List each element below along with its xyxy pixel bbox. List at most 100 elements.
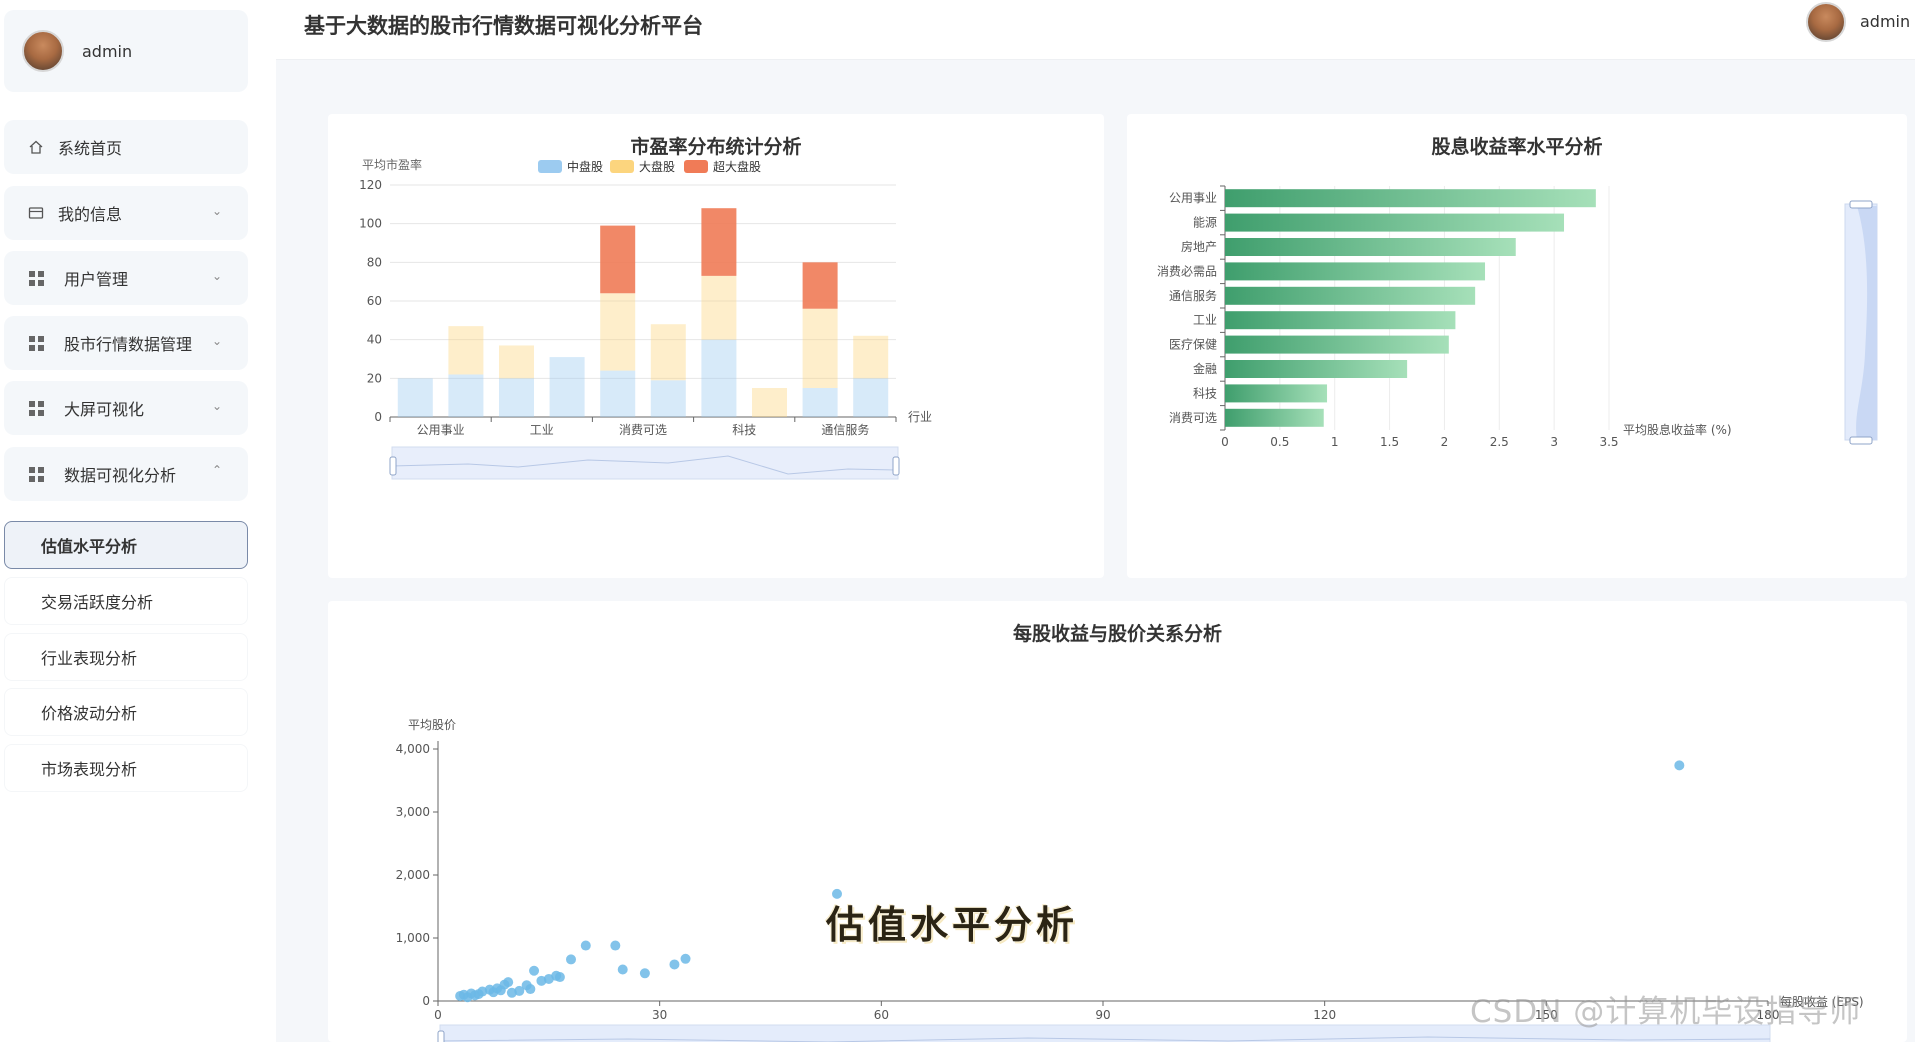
- y-tick-label: 科技: [1193, 386, 1217, 400]
- bar-segment: [448, 326, 484, 375]
- chevron-down-icon: ⌄: [211, 399, 222, 413]
- y-tick-label: 公用事业: [1169, 191, 1217, 205]
- submenu-item-market-performance[interactable]: 市场表现分析: [4, 744, 248, 792]
- sidebar-item-label: 我的信息: [58, 205, 123, 224]
- chevron-down-icon: ⌄: [211, 334, 222, 348]
- sidebar-item-data-analysis[interactable]: 数据可视化分析 ⌃: [4, 447, 248, 501]
- y-tick-label: 消费可选: [1169, 411, 1217, 425]
- bar-segment: [802, 262, 838, 309]
- bar-segment: [802, 308, 838, 388]
- zoom-slider-track: [391, 446, 899, 480]
- pe-ratio-chart[interactable]: 中盘股 大盘股 超大盘股 平均市盈率 0 20 40 60 80 100 120 公用事业 工业 消费可选…: [328, 114, 1104, 578]
- bar-segment: [752, 388, 787, 417]
- scatter-point: [680, 953, 691, 964]
- zoom-handle-top: [1849, 200, 1873, 209]
- x-tick-label: 1.5: [1380, 435, 1399, 449]
- legend-label: 超大盘股: [713, 159, 761, 174]
- main-content: 市盈率分布统计分析 中盘股 大盘股 超大盘股 平均市盈率 0 20 40 60 80 100 120…: [276, 60, 1915, 1042]
- y-tick-label: 4,000: [396, 742, 430, 756]
- sidebar-item-big-screen[interactable]: 大屏可视化 ⌄: [4, 381, 248, 435]
- x-tick-label: 0: [1221, 435, 1229, 449]
- legend-label: 大盘股: [639, 159, 675, 174]
- x-tick-label: 30: [652, 1008, 667, 1022]
- scatter-point: [529, 965, 540, 976]
- legend-swatch: [610, 160, 634, 173]
- y-tick-label: 医疗保健: [1169, 338, 1217, 352]
- x-tick-label: 90: [1095, 1008, 1110, 1022]
- submenu-item-industry-performance[interactable]: 行业表现分析: [4, 633, 248, 681]
- bar-segment: [650, 324, 686, 381]
- eps-price-chart[interactable]: 平均股价01,0002,0003,0004,0000 30 60 90 120 150 18…: [328, 601, 1907, 1042]
- x-tick-label: 消费可选: [619, 423, 667, 437]
- y-axis-label: 平均股价: [408, 718, 456, 732]
- avatar[interactable]: [22, 30, 64, 72]
- x-tick-label: 0.5: [1270, 435, 1289, 449]
- bar-segment: [600, 225, 636, 294]
- y-tick-label: 金融: [1193, 361, 1217, 376]
- x-tick-label: 3: [1550, 435, 1558, 449]
- bar-segment: [701, 275, 737, 340]
- bar: [1225, 189, 1596, 208]
- chevron-up-icon: ⌃: [211, 463, 222, 477]
- x-axis-label: 行业: [908, 410, 932, 424]
- y-tick-label: 工业: [1193, 313, 1217, 327]
- submenu-item-price-volatility[interactable]: 价格波动分析: [4, 688, 248, 736]
- legend-label: 中盘股: [567, 159, 603, 174]
- page-title: 基于大数据的股市行情数据可视化分析平台: [304, 14, 703, 38]
- bar: [1225, 262, 1486, 281]
- sidebar-item-home[interactable]: 系统首页: [4, 120, 248, 174]
- grid-icon: [26, 335, 46, 351]
- sidebar-user-name: admin: [82, 41, 133, 61]
- submenu-item-label: 估值水平分析: [41, 537, 138, 556]
- x-tick-label: 2.5: [1490, 435, 1509, 449]
- y-tick-label: 80: [367, 255, 382, 269]
- bar-segment: [397, 378, 433, 417]
- bar-segment: [853, 378, 889, 417]
- bar: [1225, 335, 1449, 354]
- sidebar-item-my-info[interactable]: 我的信息 ⌄: [4, 186, 248, 240]
- scatter-point: [617, 964, 628, 975]
- sidebar-item-stock-data-management[interactable]: 股市行情数据管理 ⌄: [4, 316, 248, 370]
- bar-segment: [802, 388, 838, 417]
- x-tick-label: 1: [1331, 435, 1339, 449]
- x-tick-label: 60: [874, 1008, 889, 1022]
- x-tick-label: 3.5: [1599, 435, 1618, 449]
- sidebar-item-label: 大屏可视化: [64, 400, 145, 419]
- video-caption: 估值水平分析: [826, 902, 1079, 947]
- submenu-item-label: 价格波动分析: [41, 704, 138, 723]
- submenu-item-trading-activity[interactable]: 交易活跃度分析: [4, 577, 248, 625]
- id-card-icon: [26, 205, 46, 221]
- submenu-item-valuation[interactable]: 估值水平分析: [4, 521, 248, 569]
- header-user-name[interactable]: admin: [1860, 12, 1910, 31]
- header-avatar[interactable]: [1806, 2, 1846, 42]
- bar-segment: [448, 374, 484, 417]
- grid-icon: [26, 270, 46, 286]
- scatter-point: [503, 977, 514, 988]
- scatter-point: [554, 972, 565, 983]
- y-tick-label: 消费必需品: [1157, 264, 1217, 278]
- zoom-handle-bottom: [1849, 436, 1873, 445]
- y-tick-label: 通信服务: [1169, 288, 1217, 303]
- top-header: 基于大数据的股市行情数据可视化分析平台 admin: [276, 0, 1915, 60]
- bar-segment: [499, 345, 534, 379]
- bar-segment: [701, 339, 737, 417]
- bar-segment: [853, 335, 889, 379]
- y-tick-label: 40: [367, 333, 382, 347]
- sidebar-user-card[interactable]: admin: [4, 10, 248, 92]
- x-axis-label: 平均股息收益率 (%): [1623, 422, 1732, 437]
- home-icon: [26, 139, 46, 155]
- x-tick-label: 工业: [530, 423, 554, 437]
- x-tick-label: 2: [1441, 435, 1449, 449]
- csdn-watermark: CSDN @计算机毕设指导师: [1470, 994, 1862, 1030]
- y-tick-label: 2,000: [396, 868, 430, 882]
- bar: [1225, 408, 1324, 427]
- sidebar-item-label: 用户管理: [64, 270, 129, 289]
- bar: [1225, 238, 1516, 256]
- legend-swatch: [684, 160, 708, 173]
- bar: [1225, 286, 1476, 305]
- sidebar-item-user-management[interactable]: 用户管理 ⌄: [4, 251, 248, 305]
- bar-segment: [600, 293, 636, 371]
- dividend-yield-chart[interactable]: 0 0.5 1 1.5 2 2.5 3 3.5 公用事业能源房地产消费必需品通信服务工业医疗保健…: [1127, 114, 1907, 578]
- y-tick-label: 120: [359, 178, 382, 192]
- y-tick-label: 1,000: [396, 931, 430, 945]
